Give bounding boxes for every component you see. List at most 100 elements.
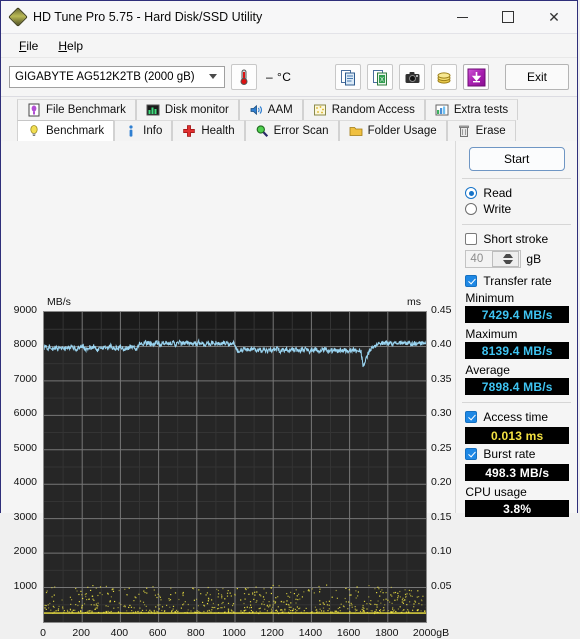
checkbox-burst-rate-label: Burst rate (483, 447, 535, 461)
tab-health[interactable]: Health (172, 120, 244, 141)
radio-read-label: Read (483, 186, 512, 200)
exit-button[interactable]: Exit (505, 64, 569, 90)
window-title: HD Tune Pro 5.75 - Hard Disk/SSD Utility (33, 10, 262, 24)
y-tick-label: 9000 (3, 304, 37, 316)
title-bar: HD Tune Pro 5.75 - Hard Disk/SSD Utility… (1, 1, 577, 34)
tab-disk-monitor[interactable]: Disk monitor (136, 99, 239, 120)
benchmark-graph-pane: MB/s ms 10002000300040005000600070008000… (1, 141, 455, 513)
stepper-arrows[interactable] (492, 251, 520, 267)
y-tick-label: 7000 (3, 373, 37, 385)
radio-write-indicator (465, 203, 477, 215)
cpu-usage-value: 3.8% (465, 500, 569, 517)
tab-label: Folder Usage (368, 125, 437, 137)
tab-label: Error Scan (274, 125, 329, 137)
copy-icon[interactable] (335, 64, 361, 90)
divider (462, 178, 571, 179)
y-tick-label: 5000 (3, 442, 37, 454)
app-icon (10, 9, 26, 25)
maximize-icon[interactable] (485, 1, 531, 33)
radio-write-label: Write (483, 202, 511, 216)
thermometer-icon[interactable] (231, 64, 257, 90)
export-excel-icon[interactable]: X (367, 64, 393, 90)
y2-tick-label: 0.05 (431, 580, 465, 592)
chevron-down-icon (209, 74, 217, 79)
toolbar: GIGABYTE AG512K2TB (2000 gB) – °C (1, 58, 577, 97)
y-tick-label: 4000 (3, 476, 37, 488)
minimum-label: Minimum (456, 289, 577, 306)
minimize-icon[interactable] (439, 1, 485, 33)
short-stroke-unit: gB (526, 252, 541, 266)
checkbox-short-stroke-label: Short stroke (483, 232, 548, 246)
tab-extra-tests[interactable]: Extra tests (425, 99, 518, 120)
minimum-value: 7429.4 MB/s (465, 306, 569, 323)
checkbox-access-time-indicator (465, 411, 477, 423)
checkbox-burst-rate-indicator (465, 448, 477, 460)
checkbox-transfer-rate[interactable]: Transfer rate (456, 271, 577, 289)
close-icon[interactable]: ✕ (531, 1, 577, 33)
tab-row-top: File Benchmark Disk monitor AAM Random A… (1, 99, 577, 120)
tab-label: Random Access (332, 104, 415, 116)
tab-erase[interactable]: Erase (447, 120, 516, 141)
tab-label: Health (201, 125, 234, 137)
download-icon[interactable] (463, 64, 489, 90)
trash-icon (457, 124, 471, 138)
tab-label: AAM (268, 104, 293, 116)
benchmark-plot (43, 311, 427, 623)
window-controls: ✕ (439, 1, 577, 33)
tab-random-access[interactable]: Random Access (303, 99, 425, 120)
short-stroke-size-row: 40 gB (456, 247, 577, 271)
divider (462, 402, 571, 403)
tab-folder-usage[interactable]: Folder Usage (339, 120, 447, 141)
tab-row-bottom: Benchmark Info Health Error Scan (1, 120, 577, 141)
tab-benchmark[interactable]: Benchmark (17, 120, 114, 141)
tab-error-scan[interactable]: Error Scan (245, 120, 339, 141)
y-axis-unit: MB/s (47, 296, 71, 308)
tab-info[interactable]: Info (114, 120, 172, 141)
tab-label: File Benchmark (46, 104, 126, 116)
drive-select[interactable]: GIGABYTE AG512K2TB (2000 gB) (9, 66, 225, 88)
tab-label: Info (143, 125, 162, 137)
tab-aam[interactable]: AAM (239, 99, 303, 120)
coins-icon[interactable] (431, 64, 457, 90)
info-icon (124, 124, 138, 138)
camera-icon[interactable] (399, 64, 425, 90)
speaker-icon (249, 103, 263, 117)
tab-label: Benchmark (46, 125, 104, 137)
radio-write[interactable]: Write (456, 201, 577, 217)
extra-tests-icon (435, 103, 449, 117)
y-tick-label: 8000 (3, 338, 37, 350)
radio-read[interactable]: Read (456, 185, 577, 201)
short-stroke-stepper[interactable]: 40 (465, 250, 521, 268)
maximum-label: Maximum (456, 325, 577, 342)
menu-file[interactable]: File (9, 37, 48, 55)
checkbox-access-time-label: Access time (483, 410, 548, 424)
menu-bar: File Help (1, 34, 577, 58)
content-area: MB/s ms 10002000300040005000600070008000… (1, 141, 577, 513)
chevron-up-icon[interactable] (503, 252, 513, 258)
health-cross-icon (182, 124, 196, 138)
folder-icon (349, 124, 363, 138)
random-access-icon (313, 103, 327, 117)
y-tick-label: 6000 (3, 407, 37, 419)
y2-axis-unit: ms (407, 296, 421, 308)
disk-monitor-icon (146, 103, 160, 117)
checkbox-short-stroke[interactable]: Short stroke (456, 231, 577, 247)
checkbox-burst-rate[interactable]: Burst rate (456, 446, 577, 462)
chevron-down-icon[interactable] (503, 260, 513, 266)
menu-help[interactable]: Help (48, 37, 93, 55)
access-time-value: 0.013 ms (465, 427, 569, 444)
divider (462, 224, 571, 225)
x-tick-label: 1800 (364, 627, 410, 639)
y-tick-label: 2000 (3, 545, 37, 557)
checkbox-access-time[interactable]: Access time (456, 409, 577, 425)
y-tick-label: 1000 (3, 580, 37, 592)
tab-label: Disk monitor (165, 104, 229, 116)
checkbox-transfer-rate-label: Transfer rate (483, 274, 551, 288)
radio-read-indicator (465, 187, 477, 199)
start-button[interactable]: Start (469, 147, 565, 171)
temperature-readout: – °C (266, 70, 291, 84)
tab-bars: File Benchmark Disk monitor AAM Random A… (1, 97, 577, 141)
magnifier-icon (255, 124, 269, 138)
short-stroke-value: 40 (466, 253, 492, 265)
tab-file-benchmark[interactable]: File Benchmark (17, 99, 136, 120)
